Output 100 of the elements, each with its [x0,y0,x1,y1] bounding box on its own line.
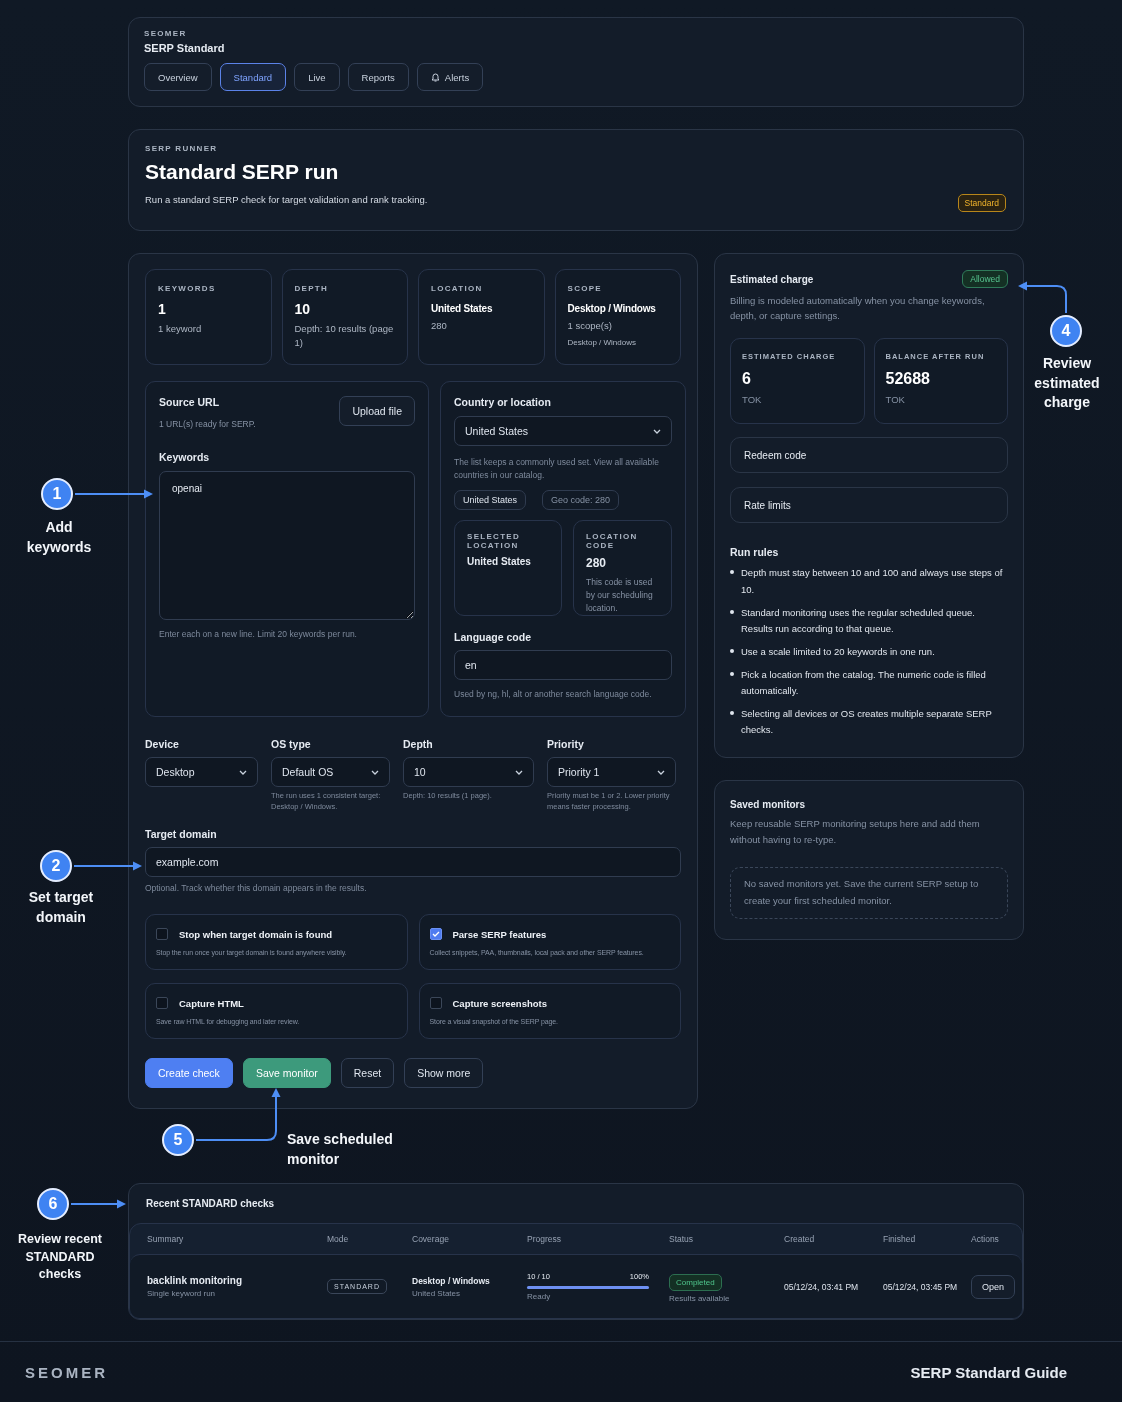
status-badge: Completed [669,1273,722,1291]
callout-label: Review recent STANDARD checks [16,1231,104,1283]
stat-value: 1 [158,301,167,317]
brand-label: SEOMER [144,29,188,38]
dropdown[interactable]: Desktop [145,757,258,787]
option-title: Capture screenshots [452,997,548,1009]
finished-date: 05/12/24, 03:45 PM [883,1281,959,1292]
tab[interactable]: Alerts [416,63,484,91]
bell-icon [430,72,440,82]
keywords-field[interactable]: openai [159,471,415,620]
chevron-down-icon [515,769,523,775]
field-hint: Used by ng, hl, alt or another search language code. [454,687,653,701]
stat-note: 1 keyword [158,322,203,336]
tab[interactable]: Standard [219,63,287,91]
rule-text: Use a scale limited to 20 keywords in one run. [741,644,935,659]
stat-value: United States [431,303,494,314]
bullet-icon [730,609,734,614]
field-label: Depth [403,738,434,750]
column-header: Coverage [412,1234,450,1245]
panel-title: Estimated charge [730,273,814,285]
bullet-icon [730,648,734,653]
tab[interactable]: Reports [347,63,409,91]
checkbox[interactable] [156,997,168,1010]
step-number: 1 [41,478,73,510]
field-label: Device [145,738,180,750]
callout-label: Save scheduled monitor [287,1130,394,1169]
stat-value: 10 [294,301,312,317]
info-value: United States [467,555,532,567]
geo-code-chip: Geo code: 280 [542,489,620,510]
field-hint: The list keeps a commonly used set. View all available countries in our catalog. [454,456,660,482]
step-number: 6 [37,1188,69,1220]
section-title: Recent STANDARD checks [146,1198,276,1210]
language-field[interactable]: en [454,649,672,680]
panel-title: Saved monitors [730,799,807,811]
app-title: SERP Standard [144,42,226,54]
field-hint: Optional. Track whether this domain appears in the results. [145,881,368,895]
location-dropdown[interactable]: United States [454,416,672,446]
target-domain-field[interactable]: example.com [145,846,681,877]
upload-button[interactable]: Upload file [339,396,415,426]
metric-unit: TOK [742,394,763,406]
chevron-down-icon [657,769,665,775]
stat-label: KEYWORDS [158,284,217,293]
stat-note: Depth: 10 results (page 1) [294,322,395,350]
secondary-button[interactable]: Reset [340,1058,395,1089]
create-button[interactable]: Create check [145,1058,233,1089]
mode-badge: Standard [957,194,1006,212]
field-label: Priority [547,738,585,750]
rule-text: Depth must stay between 10 and 100 and always use steps of 10. [741,566,1004,598]
tab[interactable]: Overview [144,63,212,91]
rule-text: Pick a location from the catalog. The numeric code is filled automatically. [741,667,987,699]
chevron-down-icon [653,428,661,434]
metric-value: 6 [742,370,752,389]
checkbox[interactable] [156,928,168,941]
open-button[interactable]: Open [971,1274,1016,1299]
empty-state: No saved monitors yet. Save the current SERP setup to create your first scheduled monitor. [730,867,1008,919]
field-label: Keywords [159,451,211,463]
info-value: 280 [586,555,608,570]
callout-arrow [73,861,142,871]
expandable-row[interactable]: Redeem code [730,437,1008,474]
column-header: Status [669,1234,695,1245]
checkbox[interactable] [429,997,442,1010]
tab[interactable]: Live [294,63,340,91]
page-title: Standard SERP run [145,160,340,184]
stat-label: LOCATION [431,284,484,293]
column-header: Finished [883,1234,917,1245]
dropdown[interactable]: Default OS [271,757,390,787]
panel-description: Keep reusable SERP monitoring setups here and add them without having to re-type. [730,817,981,847]
created-date: 05/12/24, 03:41 PM [784,1281,860,1292]
page-description: Run a standard SERP check for target validation and rank tracking. [145,194,428,205]
column-header: Mode [327,1234,350,1245]
callout-label: Add keywords [25,518,93,557]
progress-note: Ready [527,1292,552,1302]
rule-text: Selecting all devices or OS creates multiple separate SERP checks. [741,706,993,738]
field-label: OS type [271,738,312,750]
secondary-button[interactable]: Show more [404,1058,484,1089]
dropdown[interactable]: 10 [403,757,534,787]
field-label: Source URL [159,396,221,408]
bullet-icon [730,671,734,676]
stat-value: Desktop / Windows [567,303,657,314]
coverage-text: Desktop / Windows [412,1275,491,1286]
status-badge: Allowed [962,270,1008,288]
step-number: 4 [1050,315,1082,347]
field-label: Country or location [454,396,552,408]
info-label: LOCATION CODE [586,531,639,550]
location-chip: United States [454,489,527,510]
option-title: Parse SERP features [452,928,548,940]
expandable-row[interactable]: Rate limits [730,487,1008,524]
stat-label: SCOPE [567,284,603,293]
callout-arrow [70,1199,126,1209]
dropdown[interactable]: Priority 1 [547,757,676,787]
option-title: Capture HTML [179,997,245,1009]
field-label: Target domain [145,827,218,840]
step-number: 2 [40,850,72,882]
footer-brand: SEOMER [25,1363,108,1381]
option-title: Stop when target domain is found [179,928,334,940]
step-number: 5 [162,1124,194,1156]
checkbox[interactable] [429,928,442,941]
field-hint: Enter each on a new line. Limit 20 keywords per run. [159,628,358,641]
metric-unit: TOK [885,394,906,406]
callout-label: Review estimated charge [1033,354,1101,413]
